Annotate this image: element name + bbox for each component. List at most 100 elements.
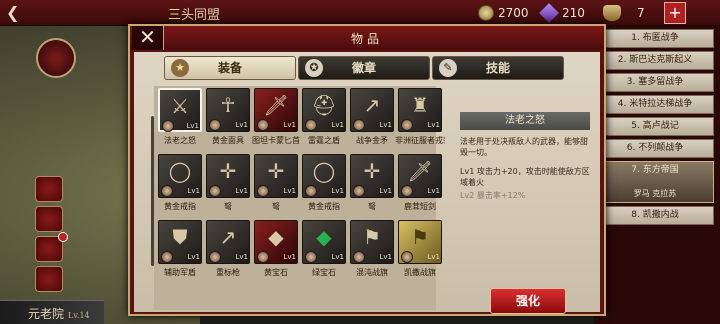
chapter-item[interactable]: 5. 高卢战记: [596, 117, 714, 136]
coin-icon: [478, 5, 494, 21]
tab-badges[interactable]: ✪ 徽章: [298, 56, 430, 80]
item-thumbnail: ⛑ Lv1: [302, 88, 346, 132]
item-name: 非洲征服者戎装: [395, 136, 445, 145]
item-slot[interactable]: ⚔ Lv1 法老之怒: [158, 88, 202, 150]
item-slot[interactable]: ⛑ Lv1 雷霆之盾: [302, 88, 346, 150]
tab-equipment[interactable]: ★ 装备: [164, 56, 296, 80]
item-thumbnail: ⛊ Lv1: [158, 220, 202, 264]
faction-emblem-icon[interactable]: [36, 38, 76, 78]
item-slot[interactable]: ↗ Lv1 重标枪: [206, 220, 250, 282]
banner-icon: ⚑: [411, 225, 429, 249]
mask-icon: [603, 5, 621, 21]
avatar: [353, 185, 365, 197]
item-level: Lv1: [427, 253, 441, 261]
item-slot[interactable]: ♜ Lv1 非洲征服者戎装: [395, 88, 445, 150]
trophy-icon[interactable]: [35, 266, 63, 292]
chapter-subtitle: 罗马 克拉苏: [633, 189, 677, 198]
item-thumbnail: 🗡 Lv1: [398, 154, 442, 198]
detail-level1: Lv1 攻击力+20，攻击时能使敌方区域着火: [460, 167, 590, 187]
item-slot[interactable]: ⛊ Lv1 辅助军盾: [158, 220, 202, 282]
armor-icon: ♜: [411, 93, 429, 117]
enhance-button[interactable]: 强化: [490, 288, 566, 314]
item-slot[interactable]: 🗡 Lv1 图坦卡蒙匕首: [252, 88, 300, 150]
chapter-item[interactable]: 2. 斯巴达克斯起义: [596, 51, 714, 70]
item-thumbnail: ◆ Lv1: [254, 220, 298, 264]
item-level: Lv1: [283, 121, 297, 129]
item-name: 法老之怒: [164, 136, 196, 145]
item-slot[interactable]: ⚑ Lv1 混沌战旗: [350, 220, 394, 282]
avatar: [257, 185, 269, 197]
items-panel: ✕ 物品 ★ 装备 ✪ 徽章 ✎ 技能 ⚔ Lv1 法老之怒 ☥ Lv1 黄金面具: [128, 24, 606, 316]
item-level: Lv1: [427, 121, 441, 129]
item-slot[interactable]: ✛ Lv1 弩: [350, 154, 394, 216]
gem-counter: 210: [539, 3, 585, 23]
avatar: [305, 119, 317, 131]
crossbow-icon: ✛: [363, 159, 381, 183]
item-thumbnail: ↗ Lv1: [350, 88, 394, 132]
banner-icon: ⚑: [363, 225, 381, 249]
item-thumbnail: ⚑ Lv1: [350, 220, 394, 264]
chapter-label: 7. 东方帝国: [631, 165, 679, 175]
chapter-item[interactable]: 6. 不列颠战争: [596, 139, 714, 158]
item-level: Lv1: [331, 253, 345, 261]
item-name: 鹿茸短剑: [404, 202, 436, 211]
helmet-icon: ★: [171, 59, 189, 77]
plus-icon[interactable]: +: [664, 2, 686, 24]
item-name: 辅助军盾: [164, 268, 196, 277]
item-level: Lv1: [235, 253, 249, 261]
item-slot[interactable]: ◯ Lv1 黄金戒指: [302, 154, 346, 216]
item-name: 战争金矛: [356, 136, 388, 145]
chapter-item[interactable]: 8. 凯撒内战: [596, 206, 714, 225]
item-slot[interactable]: ☥ Lv1 黄金面具: [206, 88, 250, 150]
avatar: [353, 251, 365, 263]
avatar: [401, 251, 413, 263]
player-name: 元老院: [28, 307, 65, 321]
item-level: Lv1: [283, 187, 297, 195]
item-level: Lv1: [186, 122, 200, 130]
avatar: [257, 251, 269, 263]
item-slot[interactable]: 🗡 Lv1 鹿茸短剑: [398, 154, 442, 216]
item-slot[interactable]: ⚑ Lv1 凯撒战旗: [398, 220, 442, 282]
token-counter: 7: [603, 3, 645, 23]
item-thumbnail: 🗡 Lv1: [254, 88, 298, 132]
avatar: [162, 120, 174, 132]
crossbow-icon: ✛: [267, 159, 285, 183]
item-slot[interactable]: ◆ Lv1 绿宝石: [302, 220, 346, 282]
scene-title: 三头同盟: [168, 8, 221, 23]
tab-skills[interactable]: ✎ 技能: [432, 56, 564, 80]
item-slot[interactable]: ◆ Lv1 黄宝石: [254, 220, 298, 282]
crown-icon[interactable]: [35, 206, 63, 232]
item-slot[interactable]: ↗ Lv1 战争金矛: [350, 88, 394, 150]
avatar: [401, 185, 413, 197]
back-arrow-icon[interactable]: ❮: [6, 3, 46, 23]
item-thumbnail: ⚑ Lv1: [398, 220, 442, 264]
item-name: 凯撒战旗: [404, 268, 436, 277]
item-level: Lv1: [331, 121, 345, 129]
item-name: 弩: [224, 202, 232, 211]
javelin-icon: ↗: [219, 225, 237, 249]
chapter-item[interactable]: 1. 布匿战争: [596, 29, 714, 48]
item-slot[interactable]: ✛ Lv1 弩: [254, 154, 298, 216]
item-thumbnail: ↗ Lv1: [206, 220, 250, 264]
item-detail: 法老之怒 法老用于处决叛敌人的武器，能够甜毁一切。 Lv1 攻击力+20，攻击时…: [460, 112, 590, 272]
gem-value: 210: [562, 6, 585, 20]
item-thumbnail: ✛ Lv1: [254, 154, 298, 198]
chapter-item[interactable]: 4. 米特拉达梯战争: [596, 95, 714, 114]
item-thumbnail: ◯ Lv1: [302, 154, 346, 198]
item-name: 弩: [368, 202, 376, 211]
item-level: Lv1: [187, 187, 201, 195]
item-name: 黄宝石: [264, 268, 288, 277]
item-slot[interactable]: ✛ Lv1 弩: [206, 154, 250, 216]
chapter-item-active[interactable]: 7. 东方帝国 罗马 克拉苏: [596, 161, 714, 203]
chapter-item[interactable]: 3. 塞多留战争: [596, 73, 714, 92]
item-slot[interactable]: ◯ Lv1 黄金戒指: [158, 154, 202, 216]
army-icon[interactable]: [35, 176, 63, 202]
item-level: Lv1: [187, 253, 201, 261]
detail-description: 法老用于处决叛敌人的武器，能够甜毁一切。: [460, 137, 588, 157]
ring-icon: ◯: [312, 159, 336, 183]
item-name: 混沌战旗: [356, 268, 388, 277]
item-name: 黄金戒指: [164, 202, 196, 211]
tab-label: 技能: [485, 61, 510, 75]
weapon-icon: ⚔: [171, 94, 189, 118]
item-name: 雷霆之盾: [308, 136, 340, 145]
